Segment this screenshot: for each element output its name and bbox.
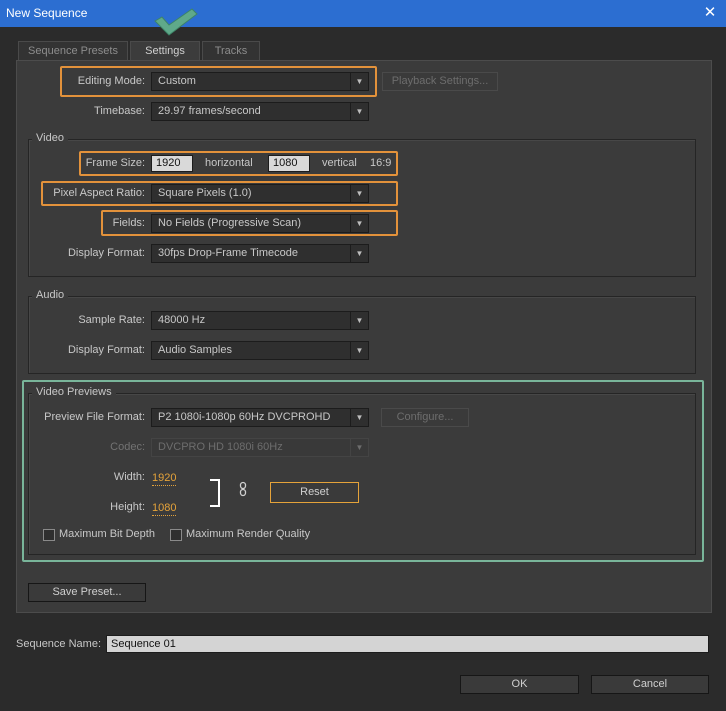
pixel-aspect-ratio-dropdown[interactable]: Square Pixels (1.0) ▼ [151,184,369,203]
editing-mode-dropdown[interactable]: Custom ▼ [151,72,369,91]
sample-rate-value: 48000 Hz [158,314,206,326]
audio-display-format-value: Audio Samples [158,344,232,356]
editing-mode-value: Custom [158,75,196,87]
triangle-down-icon: ▼ [350,439,368,456]
fields-dropdown[interactable]: No Fields (Progressive Scan) ▼ [151,214,369,233]
tab-tracks[interactable]: Tracks [202,41,260,61]
triangle-down-icon: ▼ [350,103,368,120]
window-title: New Sequence [6,6,88,20]
audio-group [28,296,696,374]
video-display-format-value: 30fps Drop-Frame Timecode [158,247,298,259]
width-label: Width: [113,471,145,483]
triangle-down-icon: ▼ [350,215,368,232]
chain-link-icon[interactable] [238,481,248,497]
timebase-label: Timebase: [94,105,145,117]
preview-width-value[interactable]: 1920 [152,471,177,486]
max-bit-depth-checkbox[interactable] [43,529,55,541]
timebase-value: 29.97 frames/second [158,105,261,117]
title-bar: New Sequence ✕ [0,0,726,27]
codec-dropdown[interactable]: DVCPRO HD 1080i 60Hz ▼ [151,438,369,457]
triangle-down-icon: ▼ [350,185,368,202]
fields-label: Fields: [112,217,145,229]
triangle-down-icon: ▼ [350,245,368,262]
preview-height-value[interactable]: 1080 [152,501,177,516]
audio-display-format-label: Display Format: [67,344,145,356]
link-bracket-icon [210,479,220,507]
codec-label: Codec: [110,441,145,453]
tab-settings[interactable]: Settings [130,41,200,62]
tab-sequence-presets[interactable]: Sequence Presets [18,41,128,61]
ok-button[interactable]: OK [460,675,579,694]
max-render-quality-checkbox[interactable] [170,529,182,541]
editing-mode-label: Editing Mode: [77,75,145,87]
close-icon[interactable]: ✕ [698,2,722,24]
pixel-aspect-ratio-value: Square Pixels (1.0) [158,187,252,199]
height-label: Height: [110,501,145,513]
audio-display-format-dropdown[interactable]: Audio Samples ▼ [151,341,369,360]
triangle-down-icon: ▼ [350,312,368,329]
max-render-quality-label: Maximum Render Quality [186,528,311,540]
video-previews-group-title: Video Previews [32,386,116,398]
save-preset-button[interactable]: Save Preset... [28,583,146,602]
pixel-aspect-ratio-label: Pixel Aspect Ratio: [53,187,145,199]
triangle-down-icon: ▼ [350,342,368,359]
reset-button[interactable]: Reset [270,482,359,503]
preview-file-format-value: P2 1080i-1080p 60Hz DVCPROHD [158,411,331,423]
video-display-format-dropdown[interactable]: 30fps Drop-Frame Timecode ▼ [151,244,369,263]
triangle-down-icon: ▼ [350,73,368,90]
checkmark-icon [154,8,198,36]
configure-button[interactable]: Configure... [381,408,469,427]
frame-width-field[interactable]: 1920 [151,155,193,172]
sample-rate-dropdown[interactable]: 48000 Hz ▼ [151,311,369,330]
preview-file-format-label: Preview File Format: [44,411,145,423]
cancel-button[interactable]: Cancel [591,675,709,694]
video-group-title: Video [32,132,68,144]
frame-size-label: Frame Size: [85,157,145,169]
fields-value: No Fields (Progressive Scan) [158,217,302,229]
timebase-dropdown[interactable]: 29.97 frames/second ▼ [151,102,369,121]
playback-settings-button[interactable]: Playback Settings... [382,72,498,91]
aspect-ratio-readout: 16:9 [370,157,392,169]
sample-rate-label: Sample Rate: [78,314,145,326]
frame-height-field[interactable]: 1080 [268,155,310,172]
sequence-name-input[interactable]: Sequence 01 [106,635,709,653]
preview-file-format-dropdown[interactable]: P2 1080i-1080p 60Hz DVCPROHD ▼ [151,408,369,427]
video-display-format-label: Display Format: [67,247,145,259]
max-bit-depth-label: Maximum Bit Depth [59,528,155,540]
codec-value: DVCPRO HD 1080i 60Hz [158,441,283,453]
sequence-name-label: Sequence Name: [16,638,101,650]
triangle-down-icon: ▼ [350,409,368,426]
vertical-label: vertical [322,157,357,169]
audio-group-title: Audio [32,289,69,301]
horizontal-label: horizontal [205,157,253,169]
